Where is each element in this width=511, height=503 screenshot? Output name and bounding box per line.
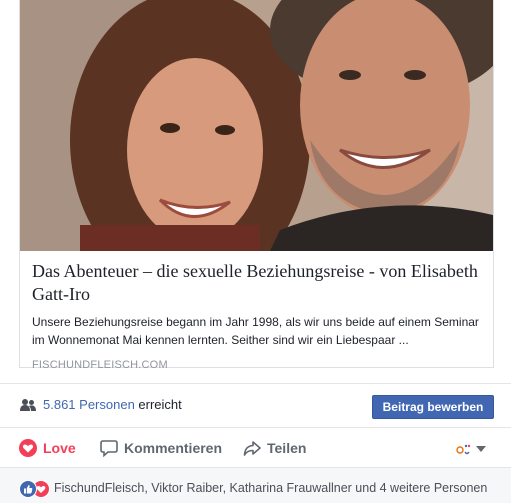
couple-photo xyxy=(20,0,493,251)
like-icon xyxy=(19,480,37,498)
comment-button[interactable]: Kommentieren xyxy=(100,439,222,457)
share-label: Teilen xyxy=(267,440,307,456)
boost-post-button[interactable]: Beitrag bewerben xyxy=(372,395,494,419)
reach-count-link[interactable]: 5.861 Personen xyxy=(43,397,135,412)
reach-text: 5.861 Personen erreicht xyxy=(43,397,182,412)
reaction-picker-icon xyxy=(456,444,471,455)
reaction-selector[interactable] xyxy=(456,442,486,456)
reach-suffix: erreicht xyxy=(138,397,182,412)
love-button[interactable]: Love xyxy=(19,439,76,457)
reach-bar: 5.861 Personen erreicht Beitrag bewerben xyxy=(0,383,511,428)
comment-icon xyxy=(100,440,118,457)
link-preview-image[interactable] xyxy=(20,0,493,251)
share-icon xyxy=(243,441,261,456)
reactions-summary: FischundFleisch, Viktor Raiber, Katharin… xyxy=(0,468,511,503)
link-domain: FISCHUNDFLEISCH.COM xyxy=(32,359,168,371)
people-icon xyxy=(20,398,36,417)
love-label: Love xyxy=(43,440,76,456)
share-button[interactable]: Teilen xyxy=(243,439,306,457)
link-preview-text: Das Abenteuer – die sexuelle Beziehungsr… xyxy=(32,260,482,371)
heart-icon xyxy=(19,439,37,457)
action-bar: Love Kommentieren Teilen xyxy=(0,428,511,468)
reaction-icons[interactable] xyxy=(19,480,55,498)
reactions-names-link[interactable]: FischundFleisch, Viktor Raiber, Katharin… xyxy=(54,481,487,495)
chevron-down-icon xyxy=(476,446,486,452)
link-description: Unsere Beziehungsreise begann im Jahr 19… xyxy=(32,315,479,347)
link-title[interactable]: Das Abenteuer – die sexuelle Beziehungsr… xyxy=(32,260,482,306)
post: Das Abenteuer – die sexuelle Beziehungsr… xyxy=(0,0,511,503)
link-preview-card[interactable]: Das Abenteuer – die sexuelle Beziehungsr… xyxy=(19,0,494,371)
comment-label: Kommentieren xyxy=(124,440,223,456)
